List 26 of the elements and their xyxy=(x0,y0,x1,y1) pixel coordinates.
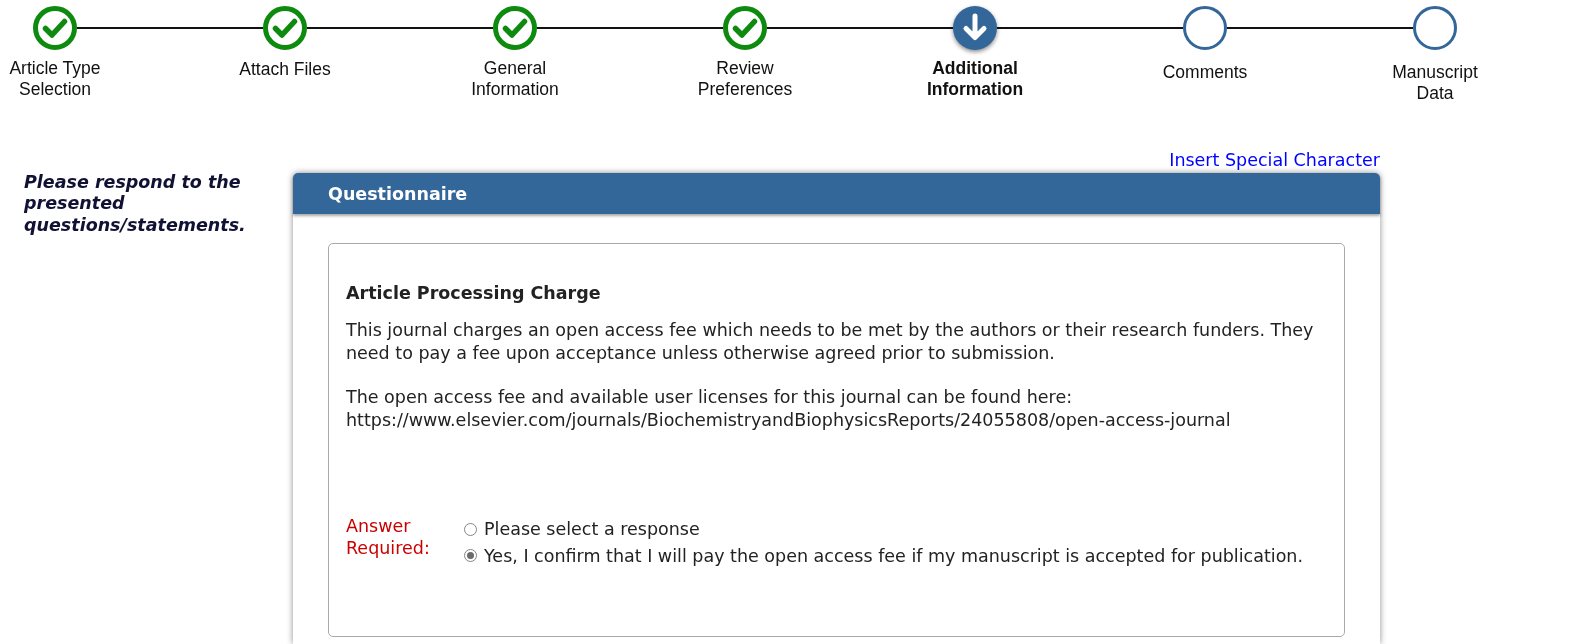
answer-required-label: Answer Required: xyxy=(346,515,431,560)
step-label: Manuscript Data xyxy=(1391,62,1479,104)
insert-special-character-link[interactable]: Insert Special Character xyxy=(1169,150,1380,170)
step-label: Review Preferences xyxy=(696,57,794,100)
option-label: Please select a response xyxy=(484,518,700,541)
check-circle-icon[interactable] xyxy=(723,6,767,50)
empty-circle-icon[interactable] xyxy=(1413,6,1457,50)
question-paragraph: The open access fee and available user licenses for this journal can be found here: xyxy=(346,386,1074,409)
check-circle-icon[interactable] xyxy=(493,6,537,50)
step-label: Additional Information xyxy=(925,57,1025,100)
step-label: Comments xyxy=(1162,62,1248,83)
step-label: Article Type Selection xyxy=(8,57,102,100)
option-label: Yes, I confirm that I will pay the open access fee if my manuscript is accepted for publication. xyxy=(484,544,1303,567)
question-paragraph: This journal charges an open access fee which needs to be met by the authors or their research funders. They need to pay a fee upon acceptance unless otherwise agreed prior to submission. xyxy=(346,319,1315,364)
step-label: General Information xyxy=(470,57,560,100)
down-arrow-circle-icon[interactable] xyxy=(953,6,997,50)
step-label: Attach Files xyxy=(239,58,331,80)
url-text: https://www.elsevier.com/journals/BiochemistryandBiophysicsReports/24055808/open-access-journal xyxy=(346,408,1231,431)
question-heading: Article Processing Charge xyxy=(346,282,602,304)
radio-button[interactable] xyxy=(464,522,477,536)
check-circle-icon[interactable] xyxy=(33,6,77,50)
panel-title: Questionnaire xyxy=(328,182,468,205)
check-circle-icon[interactable] xyxy=(263,6,307,50)
radio-button[interactable] xyxy=(464,549,477,563)
empty-circle-icon[interactable] xyxy=(1183,6,1227,50)
instructions-text: Please respond to the presented questions/statements. xyxy=(24,171,247,237)
